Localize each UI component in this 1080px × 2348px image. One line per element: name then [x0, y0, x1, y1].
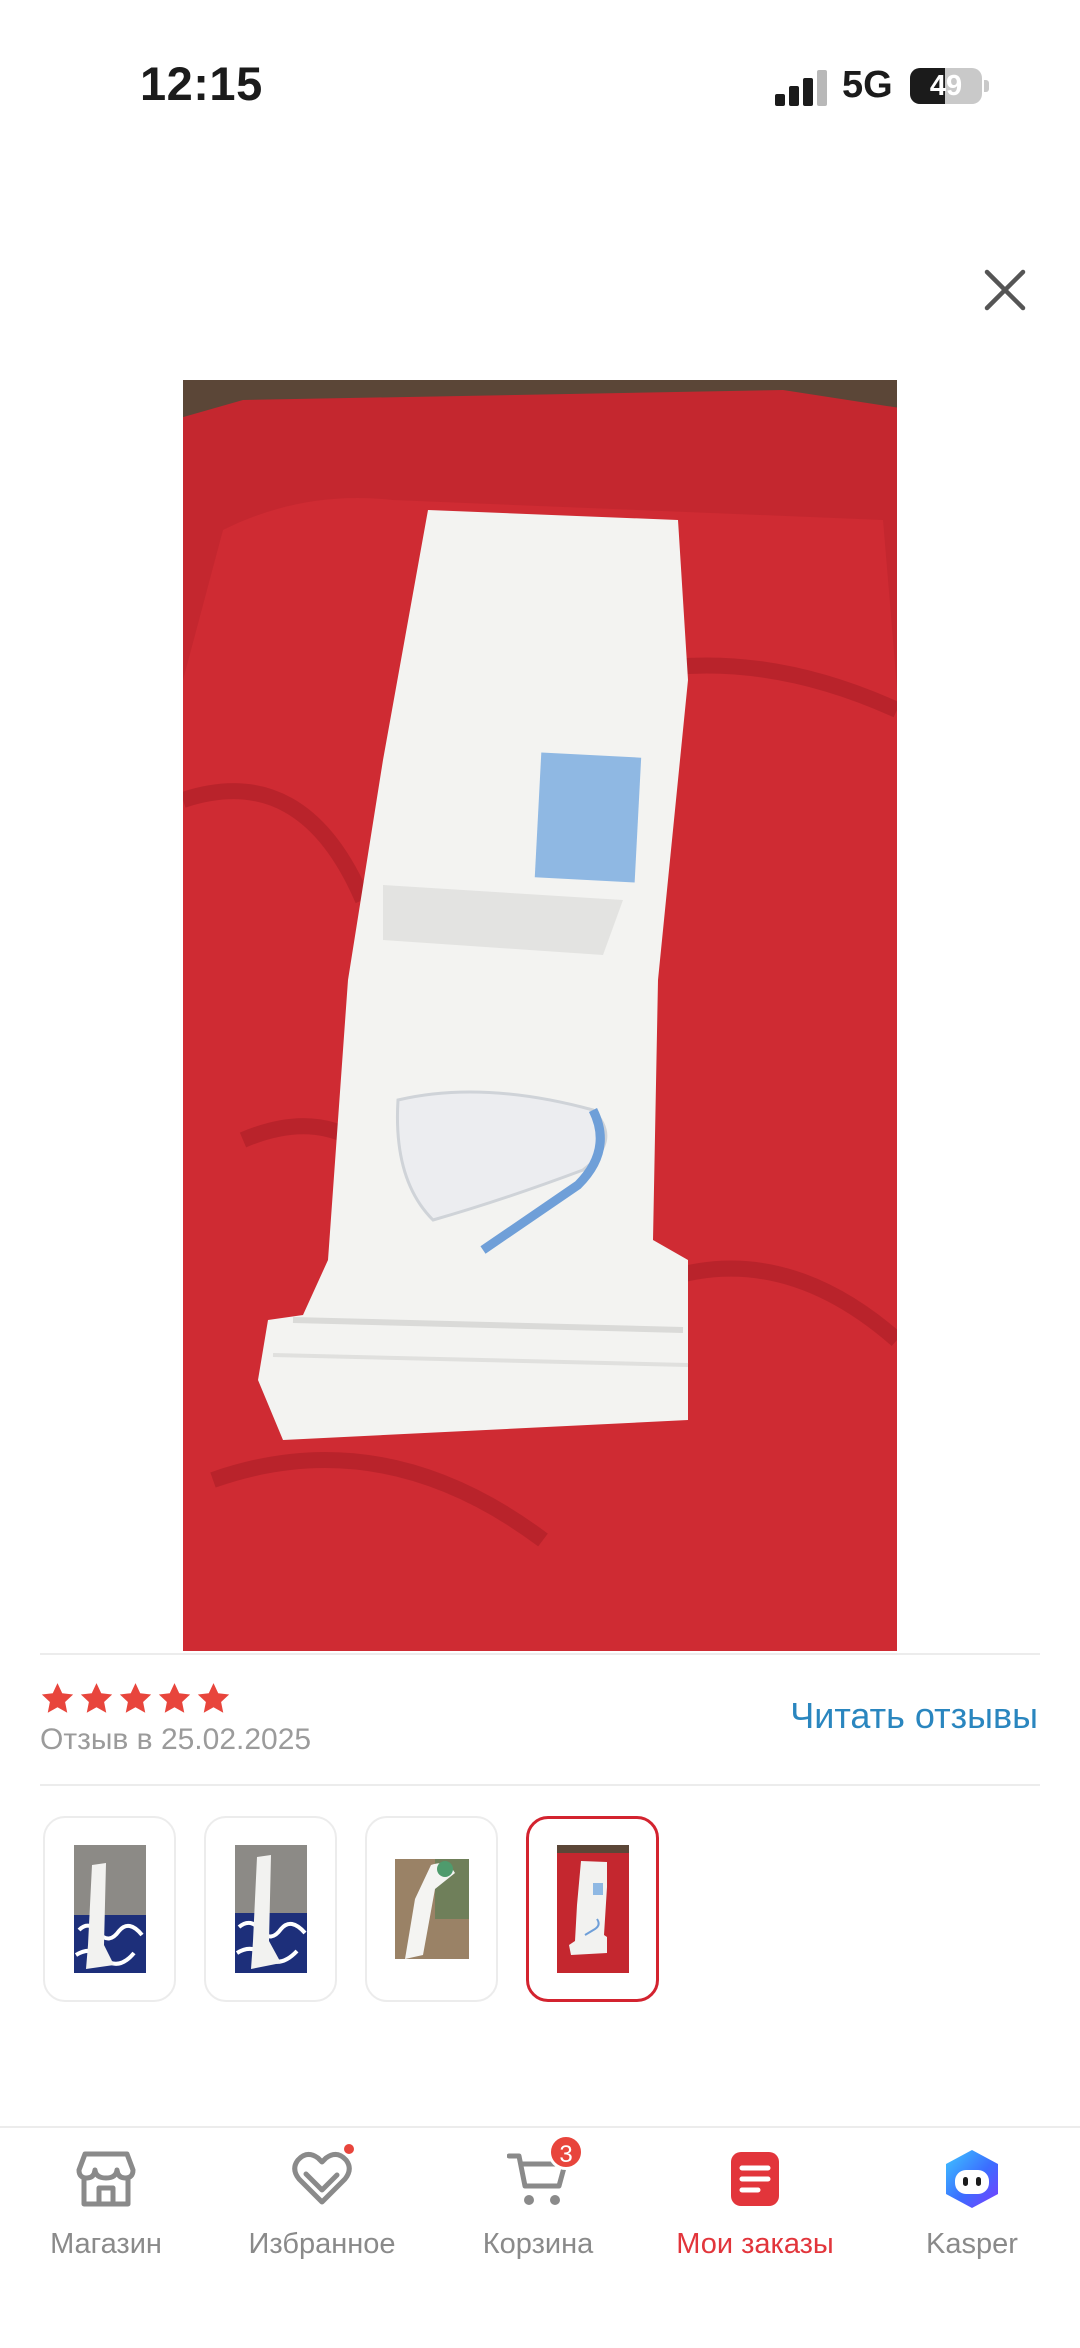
battery-icon: 49: [910, 68, 982, 104]
thumbnail-image: [556, 1845, 629, 1973]
review-date: Отзыв в 25.02.2025: [40, 1723, 312, 1756]
orders-icon: [731, 2152, 779, 2206]
tab-kasper-label: Kasper: [926, 2228, 1018, 2260]
tab-shop[interactable]: Магазин: [6, 2148, 206, 2261]
thumbnail-1[interactable]: [43, 1816, 176, 2002]
battery-percent: 49: [929, 70, 963, 102]
star-icon: [41, 1683, 74, 1713]
status-time: 12:15: [140, 57, 263, 110]
rating-stars: [40, 1682, 231, 1715]
star-icon: [119, 1683, 152, 1713]
review-photo[interactable]: [183, 380, 897, 1651]
star-icon: [197, 1683, 230, 1713]
thumbnail-image: [73, 1845, 146, 1973]
tab-cart[interactable]: 3 Корзина: [438, 2134, 638, 2261]
thumbnail-4[interactable]: [526, 1816, 659, 2002]
thumbnail-2[interactable]: [204, 1816, 337, 2002]
read-reviews-link[interactable]: Читать отзывы: [790, 1695, 1038, 1737]
heart-icon: [292, 2152, 352, 2205]
battery-tip: [984, 80, 989, 92]
bottom-tab-bar: Магазин Избранное 3 Корзина Мои заказы K…: [0, 2126, 1080, 2348]
tab-favorites-label: Избранное: [248, 2228, 396, 2260]
favorites-notification-dot: [342, 2142, 356, 2156]
star-icon: [80, 1683, 113, 1713]
cart-count-badge: 3: [548, 2134, 584, 2170]
network-label: 5G: [842, 64, 893, 106]
close-icon: [984, 269, 1026, 311]
kasper-icon: [946, 2150, 998, 2208]
store-icon: [76, 2151, 136, 2207]
divider-top: [40, 1653, 1040, 1655]
review-photo-image: [183, 380, 897, 1651]
tab-orders-label: Мои заказы: [676, 2228, 834, 2260]
tab-shop-label: Магазин: [50, 2228, 162, 2260]
tab-kasper[interactable]: Kasper: [872, 2148, 1072, 2261]
thumbnail-strip: [43, 1816, 659, 2002]
tab-favorites[interactable]: Избранное: [222, 2142, 422, 2261]
thumbnail-3[interactable]: [365, 1816, 498, 2002]
star-icon: [158, 1683, 191, 1713]
thumbnail-image: [394, 1859, 469, 1959]
close-button[interactable]: [975, 260, 1035, 320]
signal-icon: [775, 70, 827, 106]
divider-bottom: [40, 1784, 1040, 1786]
tab-orders[interactable]: Мои заказы: [655, 2148, 855, 2261]
tab-cart-label: Корзина: [482, 2228, 594, 2260]
thumbnail-image: [234, 1845, 307, 1973]
